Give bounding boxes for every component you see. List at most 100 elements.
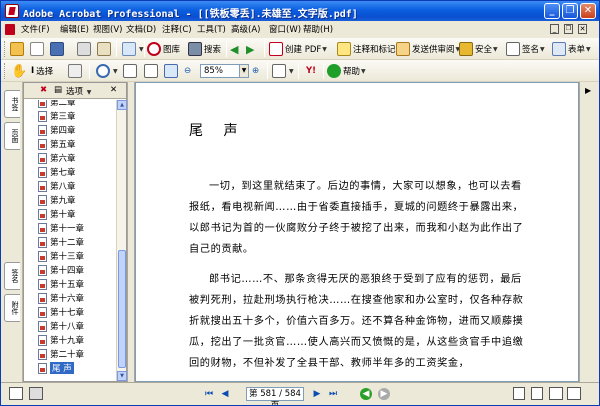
create-pdf-button[interactable]: 创建 PDF ▼ bbox=[269, 41, 327, 57]
zoom-in-button[interactable]: ⊕ bbox=[252, 63, 259, 79]
bookmark-item[interactable]: 第三章 bbox=[38, 110, 76, 122]
actual-size-button[interactable] bbox=[123, 63, 139, 79]
page-size-icon[interactable] bbox=[9, 387, 23, 400]
first-page-button[interactable]: ⏮ bbox=[203, 388, 215, 400]
menu-help[interactable]: 帮助(H) bbox=[303, 23, 333, 35]
send-review-button[interactable]: 发送供审阅 ▼ bbox=[396, 41, 460, 57]
bookmark-item[interactable]: 第二十章 bbox=[38, 348, 84, 360]
tab-attachments[interactable]: 附件 bbox=[4, 294, 20, 322]
bookmark-item[interactable]: 第十一章 bbox=[38, 222, 84, 234]
bookmark-item[interactable]: 第十五章 bbox=[38, 278, 84, 290]
bookmark-item[interactable]: 第十七章 bbox=[38, 306, 84, 318]
single-page-view-icon[interactable] bbox=[513, 387, 525, 400]
tab-bookmarks[interactable]: 书签 bbox=[4, 90, 20, 118]
facing-view-icon[interactable] bbox=[549, 387, 563, 400]
previous-page-button[interactable]: ◀ bbox=[219, 388, 231, 400]
forms-button[interactable]: 表单 ▼ bbox=[552, 41, 591, 57]
toolbar-separator bbox=[323, 63, 324, 79]
create-pdf-quick-button[interactable] bbox=[30, 41, 46, 57]
menu-tools[interactable]: 工具(T) bbox=[197, 23, 226, 35]
menu-file[interactable]: 文件(F) bbox=[21, 23, 50, 35]
title-bar[interactable]: Adobe Acrobat Professional - [[铁板零丢].未雄至… bbox=[1, 1, 599, 21]
tab-pages[interactable]: 页面 bbox=[4, 122, 20, 150]
tab-signatures[interactable]: 签名 bbox=[4, 262, 20, 290]
bookmark-item[interactable]: 第十二章 bbox=[38, 236, 84, 248]
menu-view[interactable]: 视图(V) bbox=[93, 23, 122, 35]
help-button[interactable]: 帮助 ▼ bbox=[327, 63, 366, 79]
forward-button[interactable]: ▶ bbox=[246, 41, 254, 57]
select-tool-button[interactable]: I 选择 bbox=[31, 63, 53, 79]
bookmark-item[interactable]: 第十八章 bbox=[38, 320, 84, 332]
new-bookmark-icon[interactable]: ▤ bbox=[54, 85, 62, 95]
previous-view-button[interactable]: ◀ bbox=[360, 388, 372, 400]
bookmark-item[interactable]: 第六章 bbox=[38, 152, 76, 164]
bookmark-item[interactable]: 第十四章 bbox=[38, 264, 84, 276]
close-button[interactable]: ✕ bbox=[580, 3, 596, 19]
sign-button[interactable]: 签名 ▼ bbox=[506, 41, 545, 57]
zoom-tool-button[interactable]: ▼ bbox=[96, 63, 118, 79]
bookmark-item[interactable]: 第七章 bbox=[38, 166, 76, 178]
security-button[interactable]: 安全 ▼ bbox=[459, 41, 498, 57]
document-menu-icon[interactable] bbox=[5, 24, 15, 35]
bookmark-item[interactable]: 第四章 bbox=[38, 124, 76, 136]
options-menu-button[interactable]: 选项 ▼ bbox=[66, 85, 91, 97]
bookmark-item[interactable]: 第十章 bbox=[38, 208, 76, 220]
snapshot-tool-button[interactable] bbox=[68, 63, 84, 79]
toolbar-grip[interactable] bbox=[4, 41, 7, 57]
search-button[interactable]: 搜索 bbox=[188, 41, 221, 57]
zoom-out-button[interactable]: ⊖ bbox=[184, 63, 191, 79]
email-button[interactable] bbox=[97, 41, 113, 57]
print-button[interactable] bbox=[77, 41, 93, 57]
bookmark-item[interactable]: 第五章 bbox=[38, 138, 76, 150]
scroll-up-button[interactable]: ▲ bbox=[117, 100, 127, 110]
bookmark-item[interactable]: 第八章 bbox=[38, 180, 76, 192]
menu-edit[interactable]: 编辑(E) bbox=[60, 23, 89, 35]
document-view[interactable]: 尾 声 一切，到这里就结束了。后边的事情，大家可以想象，也可以去看报纸，看电视新… bbox=[135, 82, 579, 382]
next-page-button[interactable]: ▶ bbox=[311, 388, 323, 400]
layout-icon[interactable] bbox=[29, 387, 43, 400]
page-number-field[interactable]: 第 581 / 584 页 bbox=[246, 387, 304, 405]
doc-restore-button[interactable]: ❐ bbox=[564, 24, 573, 34]
bookmarks-scrollbar[interactable]: ▲ ▼ bbox=[116, 100, 127, 381]
doc-minimize-button[interactable]: _ bbox=[550, 24, 559, 34]
save-button[interactable] bbox=[50, 41, 66, 57]
continuous-facing-view-icon[interactable] bbox=[567, 387, 581, 400]
continuous-view-icon[interactable] bbox=[531, 387, 543, 400]
doc-close-button[interactable]: ✕ bbox=[578, 24, 587, 34]
bookmark-item[interactable]: 第十三章 bbox=[38, 250, 84, 262]
bookmark-item[interactable]: 第二章 bbox=[38, 100, 76, 108]
toolbar-grip[interactable] bbox=[4, 63, 7, 79]
next-view-button[interactable]: ▶ bbox=[378, 388, 390, 400]
fit-page-button[interactable] bbox=[144, 63, 160, 79]
comment-markup-button[interactable]: 注释和标记▼ bbox=[337, 41, 401, 57]
open-button[interactable] bbox=[10, 41, 26, 57]
menu-document[interactable]: 文档(D) bbox=[126, 23, 156, 35]
organizer-button[interactable]: 图库 bbox=[147, 41, 180, 57]
bookmark-item[interactable]: 第十六章 bbox=[38, 292, 84, 304]
menu-comments[interactable]: 注释(C) bbox=[162, 23, 192, 35]
zoom-input[interactable]: 85% bbox=[200, 64, 240, 78]
expand-arrow-icon[interactable]: ▶ bbox=[585, 86, 591, 95]
fit-width-button[interactable] bbox=[164, 63, 180, 79]
scroll-thumb[interactable] bbox=[118, 250, 126, 368]
delete-bookmark-icon[interactable]: ✖ bbox=[40, 85, 47, 95]
yahoo-button[interactable]: Y! bbox=[306, 63, 316, 79]
menu-window[interactable]: 窗口(W) bbox=[269, 23, 301, 35]
last-page-button[interactable]: ⏭ bbox=[327, 388, 339, 400]
minimize-button[interactable]: _ bbox=[544, 3, 560, 19]
zoom-dropdown-button[interactable]: ▼ bbox=[239, 64, 249, 78]
restore-button[interactable]: ❐ bbox=[562, 3, 578, 19]
rotate-button[interactable]: ▼ bbox=[272, 63, 294, 79]
acrobat-app-icon[interactable] bbox=[5, 4, 19, 18]
bookmark-item[interactable]: 第九章 bbox=[38, 194, 76, 206]
scroll-down-button[interactable]: ▼ bbox=[117, 371, 127, 381]
panel-splitter[interactable] bbox=[127, 82, 135, 382]
edit-tool-button[interactable]: ▼ bbox=[122, 41, 144, 57]
back-button[interactable]: ◀ bbox=[230, 41, 238, 57]
hand-tool-button[interactable]: ✋ bbox=[11, 63, 27, 79]
bookmark-item-selected[interactable]: 尾 声 bbox=[38, 362, 74, 374]
bookmark-item[interactable]: 第十九章 bbox=[38, 334, 84, 346]
send-review-icon bbox=[396, 42, 410, 56]
close-panel-button[interactable]: ✕ bbox=[110, 85, 117, 95]
menu-advanced[interactable]: 高级(A) bbox=[231, 23, 260, 35]
